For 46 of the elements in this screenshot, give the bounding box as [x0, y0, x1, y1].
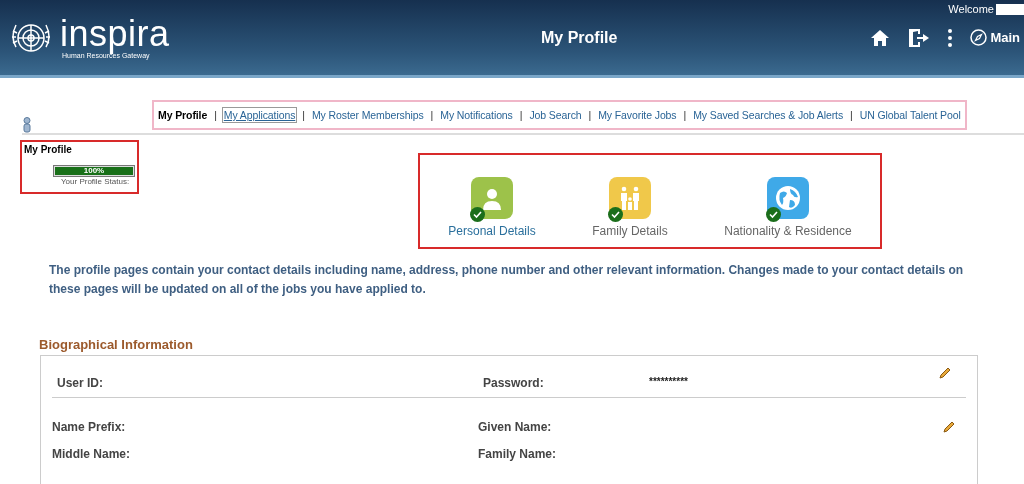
- nav-link[interactable]: My Roster Memberships: [309, 107, 426, 123]
- more-options-icon[interactable]: [948, 28, 953, 47]
- field-label: Middle Name:: [52, 447, 131, 461]
- progress-reading: 100%: [82, 166, 106, 176]
- logo-text: inspira: [60, 16, 170, 52]
- globe-icon: [774, 185, 801, 211]
- nav-separator: |: [302, 109, 305, 121]
- field-label: Name Prefix:: [52, 420, 127, 434]
- pencil-icon[interactable]: [938, 366, 952, 380]
- field-label: Password:: [483, 376, 545, 390]
- main-button[interactable]: Main: [970, 29, 1020, 46]
- field-value: **********: [649, 376, 688, 389]
- section-label: Family Details: [592, 224, 668, 238]
- home-icon[interactable]: [870, 28, 891, 47]
- field-label: Given Name:: [478, 420, 553, 434]
- section-heading: Biographical Information: [39, 337, 194, 352]
- page-title: My Profile: [539, 28, 619, 47]
- nav-separator: |: [519, 109, 523, 121]
- field-label: Family Name:: [478, 447, 558, 461]
- nav-separator: |: [683, 109, 687, 121]
- nav-link[interactable]: Job Search: [527, 107, 584, 123]
- section-tile[interactable]: Personal Details: [448, 177, 536, 238]
- intro-paragraph: The profile pages contain your contact details including name, address, phone number and other relevant information. Changes made to your contact details on these pages will be updated on all of the jobs you have applied to.: [49, 262, 965, 298]
- nav-link[interactable]: My Saved Searches & Job Alerts: [691, 107, 846, 123]
- person-icon: [22, 117, 32, 133]
- welcome-text: Welcome: [948, 3, 994, 15]
- nav-link[interactable]: My Notifications: [438, 107, 515, 123]
- nav-link[interactable]: My Applications: [221, 107, 298, 123]
- section-tile[interactable]: Family Details: [592, 177, 668, 238]
- nav-link[interactable]: UN Global Talent Pool: [857, 107, 963, 123]
- section-label: Nationality & Residence: [724, 224, 852, 238]
- compass-icon: [970, 29, 988, 46]
- nav-link[interactable]: My Profile: [156, 107, 210, 123]
- nav-separator: |: [430, 109, 434, 121]
- field-label: User ID:: [57, 376, 104, 390]
- section-tile[interactable]: Nationality & Residence: [724, 177, 852, 238]
- section-label: Personal Details: [448, 224, 536, 238]
- status-caption: Your Profile Status:: [61, 177, 131, 186]
- panel-title: My Profile: [24, 144, 73, 155]
- pencil-icon[interactable]: [942, 420, 956, 434]
- exit-door-icon[interactable]: [908, 27, 931, 48]
- nav-separator: |: [850, 109, 853, 121]
- nav-link[interactable]: My Favorite Jobs: [596, 107, 679, 123]
- nav-separator: |: [214, 109, 217, 121]
- hidden-name-block: [996, 3, 1024, 15]
- nav-separator: |: [588, 109, 592, 121]
